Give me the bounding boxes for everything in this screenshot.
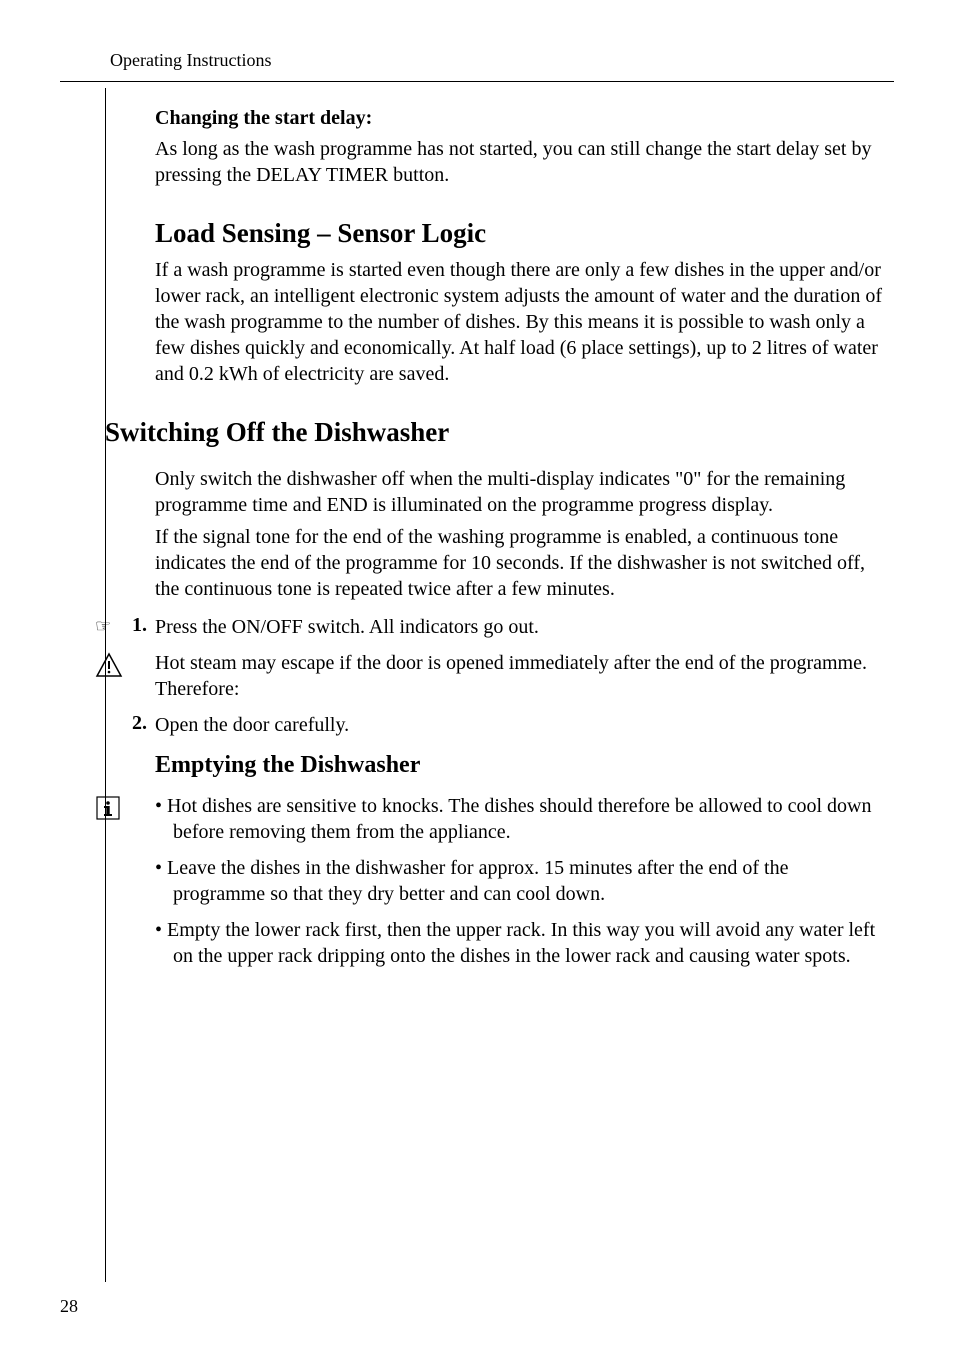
load-sensing-heading: Load Sensing – Sensor Logic bbox=[155, 218, 884, 249]
emptying-tips-list: Hot dishes are sensitive to knocks. The … bbox=[155, 793, 884, 979]
list-item: Empty the lower rack first, then the upp… bbox=[155, 917, 884, 969]
info-icon bbox=[95, 793, 155, 979]
emptying-heading: Emptying the Dishwasher bbox=[155, 752, 884, 779]
list-item: Leave the dishes in the dishwasher for a… bbox=[155, 855, 884, 907]
step-1-text: Press the ON/OFF switch. All indicators … bbox=[155, 614, 884, 640]
warning-text: Hot steam may escape if the door is open… bbox=[155, 650, 884, 702]
switching-off-body2: If the signal tone for the end of the wa… bbox=[155, 524, 884, 602]
margin-rule bbox=[105, 88, 106, 1282]
step-number-1: 1. bbox=[125, 614, 155, 640]
changing-start-delay-body: As long as the wash programme has not st… bbox=[155, 136, 884, 188]
hand-pointer-icon: ☞ bbox=[95, 614, 125, 640]
page-number: 28 bbox=[60, 1296, 78, 1317]
switching-off-heading: Switching Off the Dishwasher bbox=[105, 417, 884, 448]
warning-triangle-icon bbox=[95, 650, 155, 702]
page-header: Operating Instructions bbox=[60, 50, 894, 82]
step-2-text: Open the door carefully. bbox=[155, 712, 884, 738]
changing-start-delay-heading: Changing the start delay: bbox=[155, 107, 884, 130]
load-sensing-body: If a wash programme is started even thou… bbox=[155, 257, 884, 387]
step-number-2: 2. bbox=[125, 712, 155, 738]
list-item: Hot dishes are sensitive to knocks. The … bbox=[155, 793, 884, 845]
switching-off-body1: Only switch the dishwasher off when the … bbox=[155, 466, 884, 518]
